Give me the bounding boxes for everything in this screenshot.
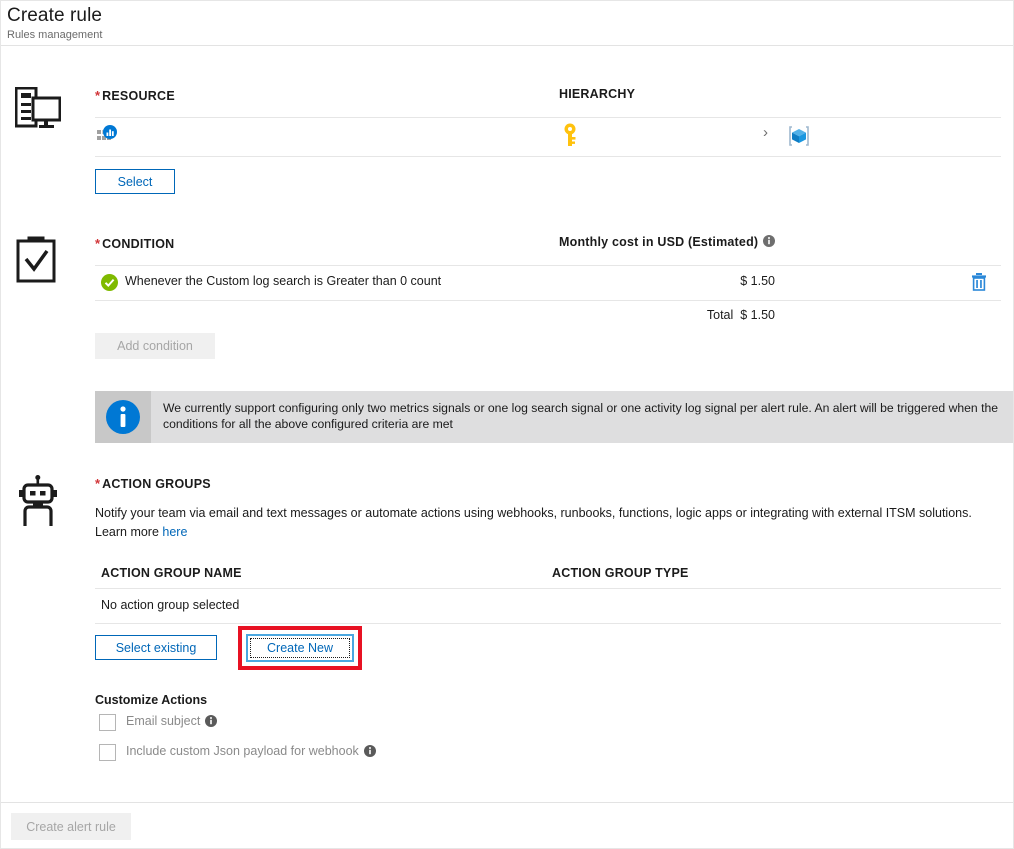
action-groups-buttons-row: Select existing Create New — [95, 626, 1001, 681]
action-groups-label: ACTION GROUPS — [102, 477, 211, 491]
hierarchy-column-header: HIERARCHY — [559, 87, 636, 101]
condition-label: CONDITION — [102, 237, 175, 251]
clipboard-check-icon — [15, 236, 57, 287]
create-new-button-label: Create New — [250, 638, 350, 658]
chevron-right-icon: › — [763, 124, 768, 141]
action-groups-icon-rail — [15, 475, 77, 532]
action-group-name-column-header: ACTION GROUP NAME — [101, 566, 242, 580]
page-header: Create rule Rules management — [1, 1, 1013, 46]
condition-total-row: Total $ 1.50 — [95, 301, 1001, 331]
email-subject-checkbox-row: Email subject — [95, 707, 1001, 737]
resource-row: › — [95, 118, 1001, 156]
page-body: * RESOURCE HIERARCHY › Select * CONDITIO… — [1, 47, 1013, 804]
action-groups-content: * ACTION GROUPS Notify your team via emai… — [95, 475, 1001, 767]
info-banner-message: We currently support configuring only tw… — [163, 401, 999, 431]
info-icon[interactable] — [363, 744, 376, 760]
select-resource-button[interactable]: Select — [95, 169, 175, 194]
server-monitor-icon — [14, 86, 62, 135]
footer-button-wrap: Create alert rule — [11, 813, 131, 840]
page-title: Create rule — [7, 5, 103, 26]
page-subtitle: Rules management — [7, 29, 103, 41]
condition-cost-value: $ 1.50 — [740, 274, 775, 288]
resource-select-row: Select — [95, 169, 1001, 194]
create-new-button[interactable]: Create New — [246, 634, 354, 662]
learn-more-text: Learn more — [95, 525, 163, 539]
condition-section-content: * CONDITION Monthly cost in USD (Estimate… — [95, 235, 1013, 443]
add-condition-button[interactable]: Add condition — [95, 333, 215, 359]
info-icon[interactable] — [763, 235, 776, 250]
required-asterisk: * — [95, 476, 101, 491]
condition-total: Total $ 1.50 — [706, 308, 775, 322]
condition-row: Whenever the Custom log search is Greate… — [95, 266, 1001, 300]
customize-actions-title: Customize Actions — [95, 693, 208, 707]
action-groups-empty-row: No action group selected — [95, 589, 1001, 623]
resource-label: RESOURCE — [102, 89, 175, 103]
customize-actions-block: Customize Actions Email subject Include … — [95, 693, 1001, 767]
action-group-type-column-header: ACTION GROUP TYPE — [552, 566, 689, 580]
action-groups-divider-bottom — [95, 623, 1001, 624]
page-footer: Create alert rule — [1, 802, 1013, 848]
monthly-cost-column-header: Monthly cost in USD (Estimated) — [559, 235, 776, 250]
action-groups-table-header: ACTION GROUP NAME ACTION GROUP TYPE — [95, 564, 1001, 588]
condition-label-row: * CONDITION Monthly cost in USD (Estimate… — [95, 235, 1001, 255]
resource-section-icon-rail — [14, 86, 77, 136]
resource-group-cube-icon — [787, 124, 811, 153]
robot-icon — [15, 475, 61, 531]
info-circle-icon — [95, 391, 151, 443]
email-subject-label: Email subject — [126, 714, 218, 730]
add-condition-row: Add condition — [95, 333, 1001, 359]
trash-icon[interactable] — [970, 272, 988, 297]
condition-section-icon-rail — [15, 235, 77, 288]
condition-description: Whenever the Custom log search is Greate… — [125, 274, 442, 288]
create-alert-rule-button[interactable]: Create alert rule — [11, 813, 131, 840]
resource-label-row: * RESOURCE HIERARCHY — [95, 87, 1001, 107]
subscription-key-icon — [559, 122, 581, 153]
json-payload-checkbox-row: Include custom Json payload for webhook — [95, 737, 1001, 767]
learn-more-link[interactable]: here — [162, 525, 187, 539]
log-analytics-workspace-icon — [97, 125, 119, 152]
resource-section-content: * RESOURCE HIERARCHY › Select — [95, 87, 1001, 194]
action-groups-description: Notify your team via email and text mess… — [95, 504, 1007, 542]
info-icon[interactable] — [205, 714, 218, 730]
email-subject-checkbox[interactable] — [99, 713, 116, 731]
required-asterisk: * — [95, 236, 101, 251]
select-existing-button[interactable]: Select existing — [95, 635, 217, 660]
action-groups-empty-text: No action group selected — [101, 598, 240, 612]
json-payload-checkbox[interactable] — [99, 743, 116, 761]
info-banner: We currently support configuring only tw… — [95, 391, 1013, 443]
create-rule-page: Create rule Rules management * RESOURCE … — [0, 0, 1014, 849]
action-groups-description-text: Notify your team via email and text mess… — [95, 506, 972, 520]
action-groups-label-row: * ACTION GROUPS — [95, 475, 1001, 495]
resource-divider-bottom — [95, 156, 1001, 157]
required-asterisk: * — [95, 88, 101, 103]
green-check-icon — [101, 274, 118, 296]
json-payload-label: Include custom Json payload for webhook — [126, 744, 376, 759]
